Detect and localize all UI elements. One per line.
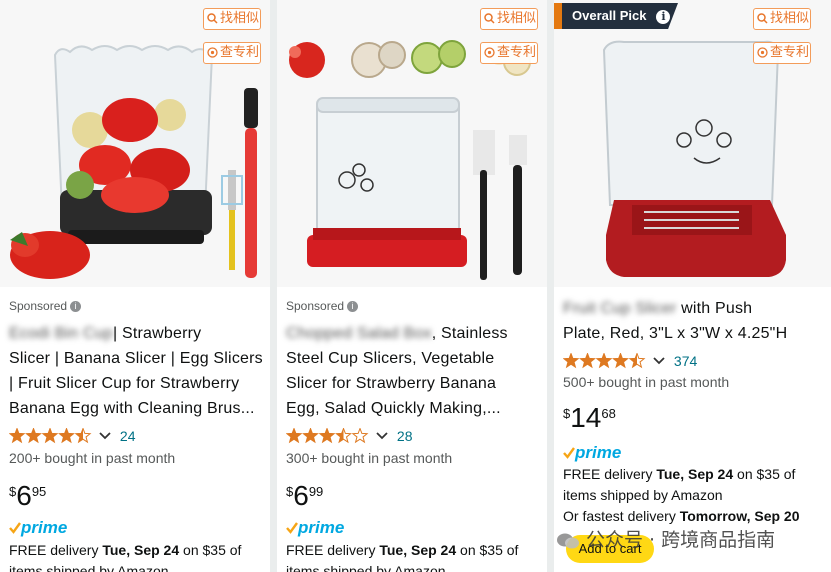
title-blurred-brand: Ecodi Bin Cup [9, 325, 113, 342]
product-card-3[interactable]: Overall Pick i 找相似 查专利 Fruit Cup Slicer w… [554, 0, 831, 572]
price-1[interactable]: $695 [9, 480, 46, 512]
product-title-2[interactable]: Chopped Salad Box, Stainless Steel Cup S… [286, 321, 508, 421]
check-patent-label: 查专利 [770, 45, 810, 60]
search-icon [757, 13, 768, 24]
rating-star [579, 352, 596, 368]
star-rating-icon [9, 427, 92, 443]
title-blurred-brand: Chopped Salad Box [286, 325, 432, 342]
rating-row-3[interactable]: 374 [563, 352, 697, 370]
rating-star [9, 427, 26, 443]
rating-star [335, 427, 352, 443]
patent-icon [757, 47, 768, 58]
rating-row-1[interactable]: 24 [9, 427, 135, 445]
review-count[interactable]: 24 [120, 428, 136, 444]
product-image-2[interactable]: 找相似 查专利 [277, 0, 547, 287]
check-patent-label: 查专利 [497, 45, 537, 60]
delivery-info: FREE delivery Tue, Sep 24 on $35 of item… [9, 542, 242, 572]
chevron-down-icon[interactable] [99, 432, 112, 440]
find-similar-label: 找相似 [220, 11, 260, 26]
check-patent-button[interactable]: 查专利 [753, 42, 811, 64]
wechat-icon [557, 533, 579, 548]
bought-count: 300+ bought in past month [286, 450, 453, 466]
check-icon [563, 447, 575, 459]
sponsored-label[interactable]: Sponsored i [286, 299, 359, 313]
star-rating-icon [563, 352, 646, 368]
find-similar-button[interactable]: 找相似 [203, 8, 261, 30]
find-similar-button[interactable]: 找相似 [480, 8, 538, 30]
prime-badge: prime [286, 518, 344, 538]
check-icon [286, 522, 298, 534]
delivery-info: FREE delivery Tue, Sep 24 on $35 of item… [286, 542, 519, 572]
prime-badge: prime [9, 518, 67, 538]
patent-icon [484, 47, 495, 58]
check-patent-button[interactable]: 查专利 [203, 42, 261, 64]
rating-star [74, 427, 92, 443]
title-blurred-brand: Fruit Cup Slicer [563, 300, 677, 317]
rating-star [318, 427, 336, 443]
rating-star [563, 352, 580, 368]
search-icon [484, 13, 495, 24]
info-icon[interactable]: i [347, 301, 359, 313]
rating-row-2[interactable]: 28 [286, 427, 412, 445]
product-card-1[interactable]: 找相似 查专利 Sponsored i Ecodi Bin Cup| Strawb… [0, 0, 270, 572]
review-count[interactable]: 28 [397, 428, 413, 444]
rating-star [286, 427, 303, 443]
star-rating-icon [286, 427, 369, 443]
rating-star [595, 352, 613, 368]
search-icon [207, 13, 218, 24]
find-similar-label: 找相似 [497, 11, 537, 26]
overall-pick-badge[interactable]: Overall Pick i [554, 3, 678, 29]
price-2[interactable]: $699 [286, 480, 323, 512]
sponsored-label[interactable]: Sponsored i [9, 299, 82, 313]
check-icon [9, 522, 21, 534]
bought-count: 500+ bought in past month [563, 374, 730, 390]
price-3[interactable]: $1468 [563, 402, 616, 434]
watermark: 公众号 · 跨境商品指南 [556, 525, 826, 555]
product-card-2[interactable]: 找相似 查专利 Sponsored i Chopped Salad Box, St… [277, 0, 547, 572]
rating-star [351, 427, 369, 443]
find-similar-label: 找相似 [770, 11, 810, 26]
product-title-3[interactable]: Fruit Cup Slicer with Push Plate, Red, 3… [563, 296, 787, 346]
chevron-down-icon[interactable] [376, 432, 389, 440]
delivery-info: FREE delivery Tue, Sep 24 on $35 of item… [563, 466, 800, 524]
check-patent-label: 查专利 [220, 45, 260, 60]
chevron-down-icon[interactable] [653, 357, 666, 365]
product-image-3[interactable]: Overall Pick i 找相似 查专利 [554, 0, 831, 287]
rating-star [41, 427, 59, 443]
rating-star [628, 352, 646, 368]
product-image-1[interactable]: 找相似 查专利 [0, 0, 270, 287]
product-title-1[interactable]: Ecodi Bin Cup| Strawberry Slicer | Banan… [9, 321, 263, 421]
check-patent-button[interactable]: 查专利 [480, 42, 538, 64]
patent-icon [207, 47, 218, 58]
bought-count: 200+ bought in past month [9, 450, 176, 466]
prime-badge: prime [563, 443, 621, 463]
rating-star [612, 352, 629, 368]
rating-star [58, 427, 75, 443]
rating-star [25, 427, 42, 443]
find-similar-button[interactable]: 找相似 [753, 8, 811, 30]
info-icon[interactable]: i [70, 301, 82, 313]
info-icon[interactable]: i [656, 9, 671, 24]
review-count[interactable]: 374 [674, 353, 697, 369]
rating-star [302, 427, 319, 443]
